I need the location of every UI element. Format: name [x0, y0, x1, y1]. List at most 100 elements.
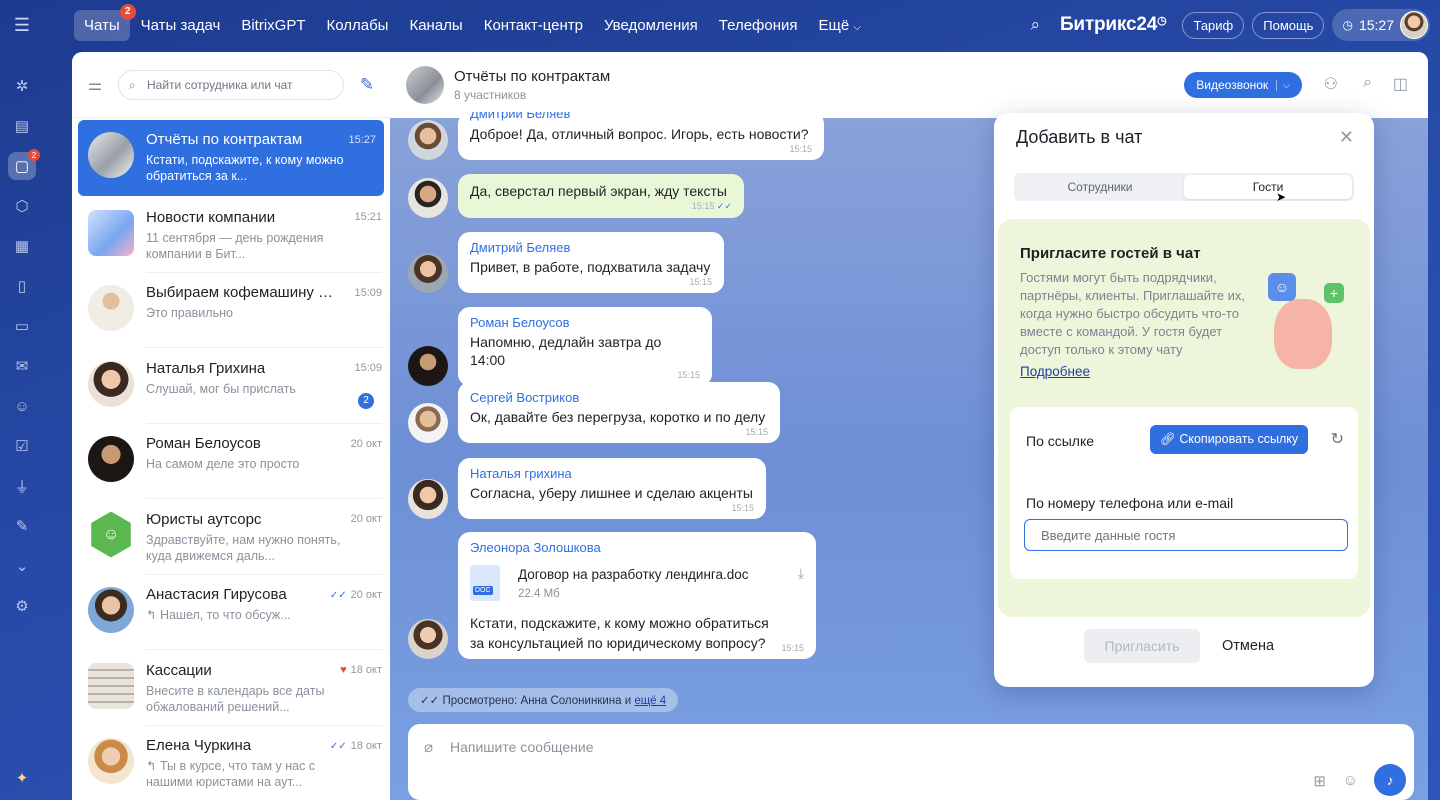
cancel-button[interactable]: Отмена — [1222, 629, 1274, 663]
nav-notifications[interactable]: Уведомления — [594, 10, 708, 41]
more-link[interactable]: Подробнее — [1020, 364, 1090, 379]
message-composer[interactable]: ⌀ Напишите сообщение ⊞ ☺ ♪ — [408, 724, 1414, 800]
clock-icon: ◷ — [1157, 15, 1167, 27]
message-bubble[interactable]: Дмитрий Беляев Привет, в работе, подхват… — [458, 232, 724, 293]
search-icon[interactable]: ⌕ — [1363, 74, 1372, 92]
chat-time-text: 20 окт — [350, 588, 382, 601]
nav-chats-label: Чаты — [84, 16, 120, 34]
copilot-icon[interactable]: ✦ — [8, 764, 36, 792]
nav-telephony[interactable]: Телефония — [709, 10, 808, 41]
chat-item[interactable]: Наталья Грихина 15:09 Слушай, мог бы прис… — [72, 349, 390, 425]
chat-item[interactable]: Кассации ♥ 18 окт Внесите в календарь все … — [72, 651, 390, 727]
drive-icon[interactable]: ▭ — [8, 312, 36, 340]
message-sender[interactable]: Дмитрий Беляев — [470, 240, 712, 255]
funnel-icon[interactable]: ⏚ — [8, 472, 36, 500]
tasks-icon[interactable]: ☑ — [8, 432, 36, 460]
message-bubble[interactable]: Дмитрий Беляев Доброе! Да, отличный вопр… — [458, 112, 824, 160]
message-input[interactable]: Напишите сообщение — [450, 739, 594, 755]
sign-icon[interactable]: ✎ — [8, 512, 36, 540]
message-time-text: 15:15 — [691, 201, 715, 211]
seen-indicator[interactable]: ✓✓ Просмотрено: Анна Солонинкина и ещё 4 — [408, 688, 679, 712]
chat-item[interactable]: Отчёты по контрактам 15:27 Кстати, подска… — [78, 120, 384, 196]
chat-preview: 11 сентября — день рождения компании в Б… — [146, 230, 324, 261]
nav-channels[interactable]: Каналы — [399, 10, 472, 41]
message-bubble[interactable]: Роман Белоусов Напомню, дедлайн завтра д… — [458, 307, 712, 386]
dialog-title: Добавить в чат — [1016, 127, 1143, 147]
user-avatar[interactable] — [1400, 11, 1428, 39]
chat-item[interactable]: Выбираем кофемашину д... 15:09 Это правил… — [72, 273, 390, 349]
invite-heading: Пригласите гостей в чат — [1020, 245, 1201, 262]
message-bubble[interactable]: Да, сверстал первый экран, жду тексты 15… — [458, 174, 744, 218]
double-check-icon: ✓✓ — [420, 695, 443, 707]
team-icon[interactable]: ☺ — [8, 392, 36, 420]
menu-icon[interactable]: ☰ — [0, 0, 44, 50]
guest-contact-input[interactable] — [1024, 519, 1348, 551]
message-text: Кстати, подскажите, к кому можно обратит… — [470, 615, 769, 651]
chat-name: Анастасия Гирусова — [146, 586, 287, 603]
copy-link-button[interactable]: 🔗︎ Скопировать ссылку — [1150, 425, 1309, 454]
settings-icon[interactable]: ⚙ — [8, 592, 36, 620]
tab-guests[interactable]: Гости — [1184, 175, 1352, 199]
calendar-icon[interactable]: ▦ — [8, 232, 36, 260]
paperclip-icon[interactable]: ⌀ — [424, 738, 433, 756]
chat-item[interactable]: Елена Чуркина ✓✓ 18 окт ↰ Ты в курсе, что … — [72, 726, 390, 800]
tab-employees[interactable]: Сотрудники — [1016, 175, 1184, 199]
chat-subtitle[interactable]: 8 участников — [454, 88, 610, 102]
message-bubble[interactable]: Сергей Востриков Ок, давайте без перегру… — [458, 382, 780, 443]
message-bubble[interactable]: Элеонора Золошкова DOC Договор на разраб… — [458, 532, 816, 659]
message-bubble[interactable]: Наталья грихина Согласна, уберу лишнее и… — [458, 458, 766, 519]
nav-contact-center[interactable]: Контакт-центр — [474, 10, 593, 41]
chat-item[interactable]: Роман Белоусов 20 окт На самом деле это п… — [72, 424, 390, 500]
chat-header: Отчёты по контрактам 8 участников Видеозв… — [390, 52, 1428, 118]
nav-chats[interactable]: Чаты 2 — [74, 3, 136, 41]
avatar — [408, 346, 448, 386]
message-sender[interactable]: Дмитрий Беляев — [470, 112, 812, 122]
download-icon[interactable]: ⤓ — [798, 565, 804, 582]
message-sender[interactable]: Роман Белоусов — [470, 315, 700, 330]
chat-avatar[interactable] — [406, 66, 444, 104]
chat-item[interactable]: ☺ Юристы аутсорс 20 окт Здравствуйте, нам… — [72, 500, 390, 576]
hexagon-icon[interactable]: ⬡ — [8, 192, 36, 220]
message-sender[interactable]: Сергей Востриков — [470, 390, 768, 405]
apps-icon[interactable]: ⊞ — [1313, 772, 1326, 790]
tariff-button[interactable]: Тариф — [1182, 11, 1245, 39]
search-icon[interactable]: ⌕ — [1030, 15, 1040, 35]
chat-item[interactable]: Новости компании 15:21 11 сентября — день… — [72, 198, 390, 274]
chat-item[interactable]: Анастасия Гирусова ✓✓ 20 окт ↰ Нашел, то ч… — [72, 575, 390, 651]
nav-collabs[interactable]: Коллабы — [316, 10, 398, 41]
nav-task-chats[interactable]: Чаты задач — [131, 10, 231, 41]
seen-more-link[interactable]: ещё 4 — [634, 695, 666, 707]
file-attachment[interactable]: DOC Договор на разработку лендинга.doc 2… — [470, 565, 804, 601]
chat-search[interactable]: ⌕ Найти сотрудника или чат — [118, 69, 344, 100]
feed-icon[interactable]: ▤ — [8, 112, 36, 140]
help-button[interactable]: Помощь — [1252, 11, 1325, 39]
microphone-icon[interactable]: ♪ — [1374, 764, 1406, 796]
chat-icon[interactable]: ▢ 2 — [8, 149, 40, 180]
sidebar-toggle-icon[interactable]: ◫ — [1393, 74, 1408, 94]
chat-title[interactable]: Отчёты по контрактам — [454, 68, 610, 85]
chevron-down-icon[interactable]: ⌵ — [1276, 79, 1290, 91]
message-sender[interactable]: Наталья грихина — [470, 466, 754, 481]
file-name[interactable]: Договор на разработку лендинга.doc — [518, 567, 798, 582]
close-icon[interactable]: ✕ — [1339, 127, 1354, 148]
nav-more[interactable]: Ещё ⌵ — [809, 10, 871, 41]
chat-avatar — [88, 360, 134, 407]
nav-bitrixgpt[interactable]: BitrixGPT — [231, 10, 315, 41]
chevron-down-icon[interactable]: ⌄ — [8, 552, 36, 580]
refresh-icon[interactable]: ↻ — [1331, 429, 1344, 449]
message-sender[interactable]: Элеонора Золошкова — [470, 540, 804, 555]
compose-icon[interactable]: ✎ — [354, 75, 380, 95]
collab-icon[interactable]: ✲ — [8, 72, 36, 100]
chat-name: Отчёты по контрактам — [146, 131, 303, 148]
time-widget[interactable]: ◷ 15:27 — [1332, 9, 1430, 41]
video-call-button[interactable]: Видеозвонок ⌵ — [1184, 72, 1302, 98]
invite-button[interactable]: Пригласить — [1084, 629, 1200, 663]
mail-icon[interactable]: ✉ — [8, 352, 36, 380]
message-text: Доброе! Да, отличный вопрос. Игорь, есть… — [470, 126, 809, 142]
brand-logo[interactable]: Битрикс24◷ — [1060, 14, 1167, 36]
add-user-icon[interactable]: ⚇ — [1324, 74, 1338, 94]
emoji-icon[interactable]: ☺ — [1343, 772, 1358, 789]
document-icon[interactable]: ▯ — [8, 272, 36, 300]
chat-time: ♥ 18 окт — [340, 664, 382, 676]
filter-icon[interactable]: ⚌ — [82, 75, 108, 95]
